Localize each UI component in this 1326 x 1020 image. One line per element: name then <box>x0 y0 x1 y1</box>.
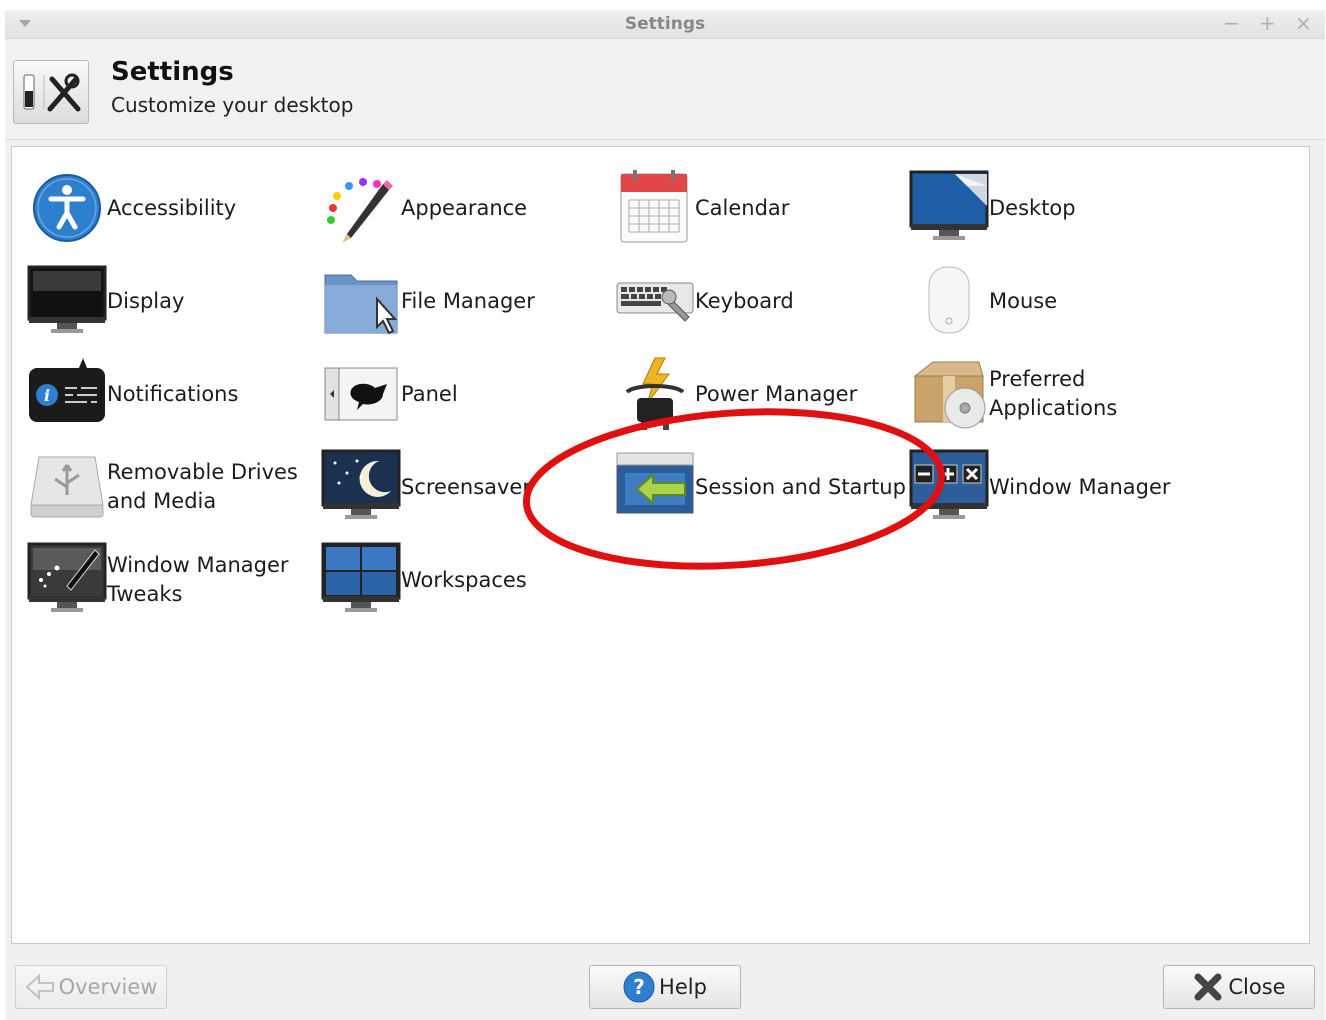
overview-button-label: Overview <box>58 975 158 999</box>
settings-item-notifications[interactable]: i Notifications <box>27 354 317 434</box>
settings-item-keyboard[interactable]: Keyboard <box>615 261 905 341</box>
item-label: Mouse <box>989 288 1058 313</box>
item-label: Window Manager <box>989 474 1171 499</box>
preferred-applications-icon <box>909 354 989 434</box>
window-manager-tweaks-icon <box>27 540 107 620</box>
desktop-icon <box>909 168 989 248</box>
help-icon: ? <box>623 971 655 1003</box>
settings-item-workspaces[interactable]: Workspaces <box>321 540 611 620</box>
close-button[interactable]: Close <box>1163 965 1315 1009</box>
screensaver-icon <box>321 447 401 527</box>
settings-grid: Accessibility Appearance Calendar Deskto… <box>11 146 1310 944</box>
header: Settings Customize your desktop <box>5 39 1325 140</box>
item-label: Preferred Applications <box>989 367 1118 420</box>
window-manager-icon <box>909 447 989 527</box>
power-manager-icon <box>615 354 695 434</box>
item-label: Power Manager <box>695 381 858 406</box>
notifications-icon: i <box>27 354 107 434</box>
item-label: Appearance <box>401 195 528 220</box>
settings-item-desktop[interactable]: Desktop <box>909 168 1199 248</box>
overview-button[interactable]: Overview <box>15 965 167 1009</box>
page-subtitle: Customize your desktop <box>111 93 354 117</box>
removable-drives-icon <box>27 447 107 527</box>
keyboard-icon <box>615 261 695 341</box>
settings-item-calendar[interactable]: Calendar <box>615 168 905 248</box>
item-label: Session and Startup <box>695 474 906 499</box>
item-label: Workspaces <box>401 567 527 592</box>
close-icon <box>1194 973 1222 1001</box>
help-button[interactable]: ? Help <box>589 965 741 1009</box>
settings-item-panel[interactable]: Panel <box>321 354 611 434</box>
settings-item-file-manager[interactable]: File Manager <box>321 261 611 341</box>
item-label: Calendar <box>695 195 790 220</box>
help-button-label: Help <box>659 975 707 999</box>
title-bar[interactable]: Settings − + × <box>5 10 1325 39</box>
item-label: Accessibility <box>107 195 237 220</box>
session-startup-icon <box>615 447 695 527</box>
panel-icon <box>321 354 401 434</box>
item-label: Window Manager Tweaks <box>107 553 289 606</box>
back-arrow-icon <box>25 974 54 1000</box>
calendar-icon <box>615 168 695 248</box>
svg-text:i: i <box>44 386 50 405</box>
item-label: Notifications <box>107 381 239 406</box>
settings-item-window-manager-tweaks[interactable]: Window Manager Tweaks <box>27 540 317 620</box>
minimize-icon[interactable]: − <box>1223 12 1240 34</box>
item-label: Keyboard <box>695 288 794 313</box>
item-label: Panel <box>401 381 458 406</box>
settings-item-removable-drives[interactable]: Removable Drives and Media <box>27 447 317 527</box>
close-button-label: Close <box>1228 975 1286 999</box>
settings-logo-icon <box>13 60 89 124</box>
settings-item-mouse[interactable]: Mouse <box>909 261 1199 341</box>
svg-text:?: ? <box>633 975 645 999</box>
mouse-icon <box>909 261 989 341</box>
appearance-icon <box>321 168 401 248</box>
display-icon <box>27 261 107 341</box>
settings-item-appearance[interactable]: Appearance <box>321 168 611 248</box>
close-window-icon[interactable]: × <box>1295 12 1312 34</box>
settings-item-power-manager[interactable]: Power Manager <box>615 354 905 434</box>
file-manager-icon <box>321 261 401 341</box>
settings-item-session-startup[interactable]: Session and Startup <box>615 447 906 527</box>
item-label: Removable Drives and Media <box>107 460 298 513</box>
item-label: Screensaver <box>401 474 531 499</box>
settings-item-window-manager[interactable]: Window Manager <box>909 447 1199 527</box>
maximize-icon[interactable]: + <box>1259 12 1276 34</box>
settings-item-screensaver[interactable]: Screensaver <box>321 447 611 527</box>
accessibility-icon <box>27 168 107 248</box>
workspaces-icon <box>321 540 401 620</box>
item-label: Desktop <box>989 195 1076 220</box>
window-title: Settings <box>624 14 706 34</box>
item-label: File Manager <box>401 288 535 313</box>
settings-item-preferred-applications[interactable]: Preferred Applications <box>909 354 1199 434</box>
settings-item-display[interactable]: Display <box>27 261 317 341</box>
settings-item-accessibility[interactable]: Accessibility <box>27 168 317 248</box>
item-label: Display <box>107 288 185 313</box>
page-title: Settings <box>111 57 234 87</box>
